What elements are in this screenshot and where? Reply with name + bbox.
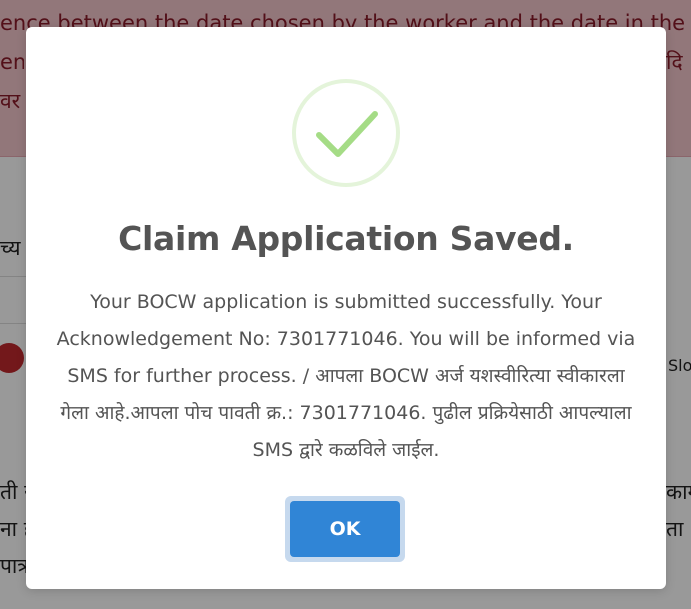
ok-button[interactable]: OK [290, 501, 400, 557]
dialog-message: Your BOCW application is submitted succe… [56, 291, 636, 461]
success-checkmark-icon [292, 79, 400, 187]
success-dialog: Claim Application Saved. Your BOCW appli… [26, 27, 666, 589]
dialog-title: Claim Application Saved. [118, 219, 574, 258]
